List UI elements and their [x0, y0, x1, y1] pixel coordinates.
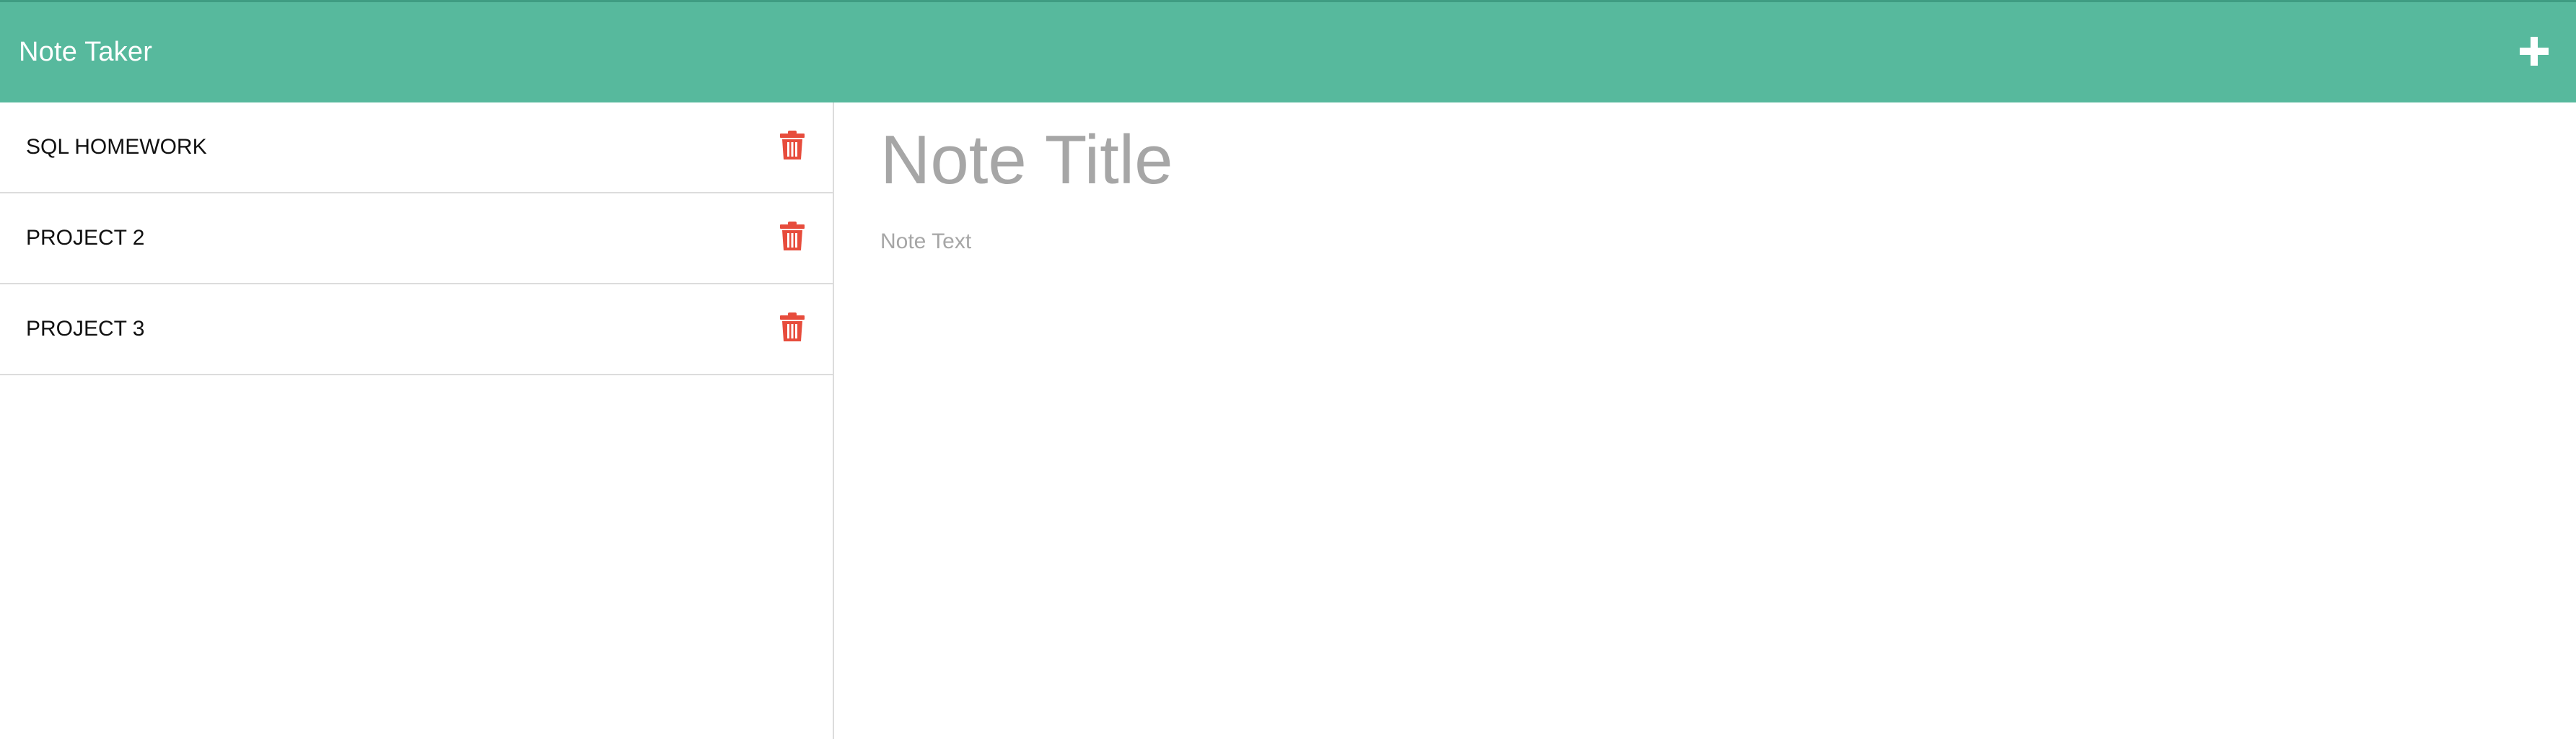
trash-icon [780, 131, 805, 159]
note-text-input[interactable] [880, 229, 2540, 720]
delete-note-button[interactable] [779, 312, 805, 342]
note-list-item[interactable]: PROJECT 3 [0, 284, 833, 375]
delete-note-button[interactable] [779, 221, 805, 251]
note-list: SQL HOMEWORK PROJECT 2 PROJECT 3 [0, 102, 833, 375]
note-list-item[interactable]: SQL HOMEWORK [0, 102, 833, 193]
app-title[interactable]: Note Taker [19, 34, 152, 70]
new-note-button[interactable] [2517, 34, 2551, 69]
note-editor [836, 102, 2576, 739]
note-item-title[interactable]: PROJECT 2 [26, 224, 145, 253]
plus-icon [2520, 37, 2549, 66]
note-item-title[interactable]: SQL HOMEWORK [26, 133, 207, 162]
note-title-input[interactable] [880, 117, 2540, 204]
delete-note-button[interactable] [779, 130, 805, 160]
note-list-sidebar: SQL HOMEWORK PROJECT 2 PROJECT 3 [0, 102, 834, 739]
note-item-title[interactable]: PROJECT 3 [26, 315, 145, 344]
note-list-item[interactable]: PROJECT 2 [0, 193, 833, 284]
trash-icon [780, 222, 805, 250]
trash-icon [780, 312, 805, 341]
navbar: Note Taker [0, 0, 2576, 102]
